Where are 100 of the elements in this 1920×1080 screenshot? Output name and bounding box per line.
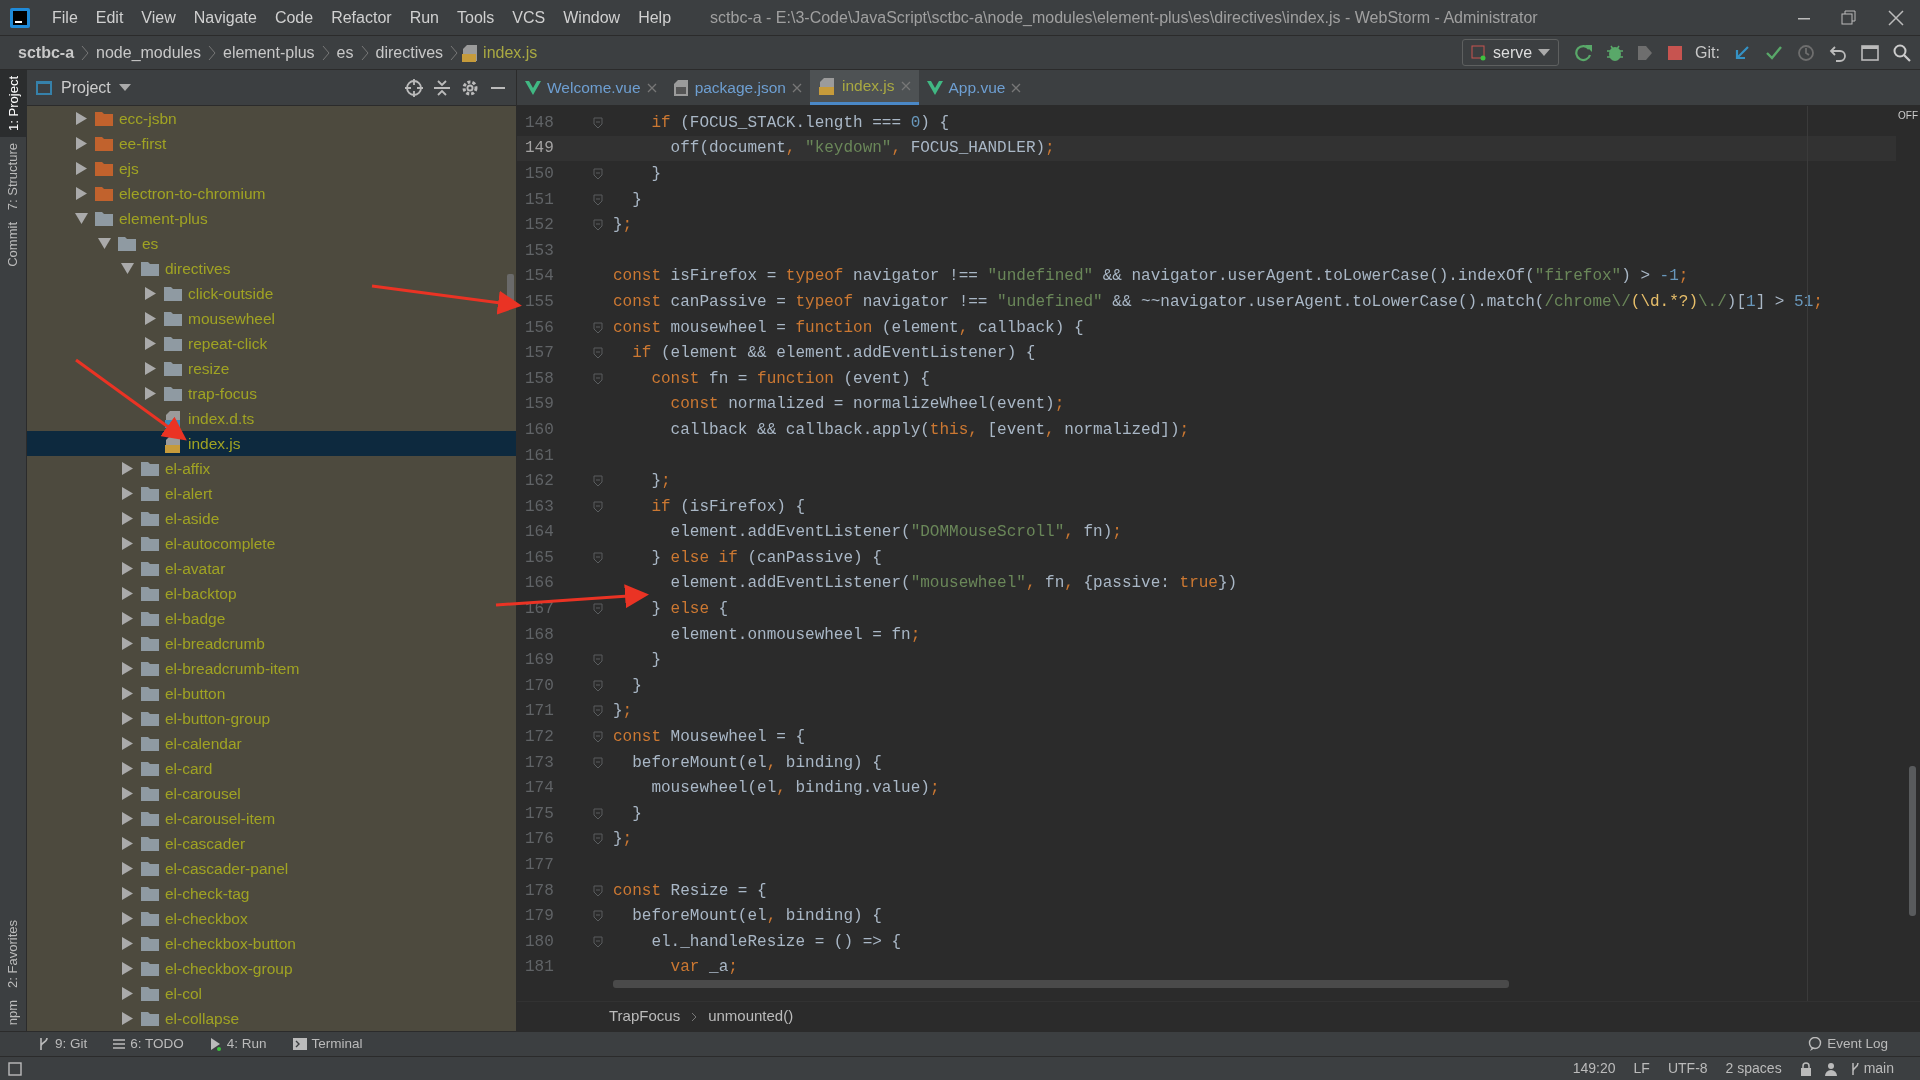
collapsed-arrow-icon[interactable] (121, 787, 134, 800)
expanded-arrow-icon[interactable] (98, 237, 111, 250)
status-item[interactable]: UTF-8 (1667, 1058, 1708, 1079)
side-tab[interactable]: 2: Favorites (3, 913, 23, 994)
tree-item[interactable]: el-breadcrumb-item (27, 656, 516, 681)
horizontal-scrollbar[interactable] (613, 980, 1509, 989)
collapsed-arrow-icon[interactable] (75, 187, 88, 200)
collapsed-arrow-icon[interactable] (75, 112, 88, 125)
side-tab[interactable]: npm (3, 993, 23, 1031)
collapsed-arrow-icon[interactable] (121, 687, 134, 700)
fold-marker-icon[interactable] (593, 807, 603, 820)
tree-item[interactable]: el-breadcrumb (27, 631, 516, 656)
fold-marker-icon[interactable] (593, 833, 603, 846)
collapsed-arrow-icon[interactable] (144, 312, 157, 325)
menu-item[interactable]: VCS (503, 5, 555, 30)
editor-tab[interactable]: package.json (664, 70, 810, 105)
breadcrumb-item[interactable]: index.js (483, 40, 538, 65)
collapsed-arrow-icon[interactable] (121, 487, 134, 500)
close-icon[interactable] (646, 82, 657, 93)
close-icon[interactable] (1011, 82, 1022, 93)
collapsed-arrow-icon[interactable] (75, 162, 88, 175)
collapsed-arrow-icon[interactable] (121, 912, 134, 925)
fold-marker-icon[interactable] (593, 475, 603, 488)
collapsed-arrow-icon[interactable] (144, 362, 157, 375)
menu-item[interactable]: View (132, 5, 185, 30)
collapsed-arrow-icon[interactable] (121, 887, 134, 900)
collapsed-arrow-icon[interactable] (121, 512, 134, 525)
fold-marker-icon[interactable] (593, 347, 603, 360)
breadcrumb-item[interactable]: unmounted() (708, 1005, 794, 1028)
tree-item[interactable]: el-badge (27, 606, 516, 631)
collapsed-arrow-icon[interactable] (121, 862, 134, 875)
collapsed-arrow-icon[interactable] (121, 812, 134, 825)
tree-item[interactable]: el-checkbox-group (27, 956, 516, 981)
breadcrumb-item[interactable]: directives (375, 40, 444, 65)
tree-item[interactable]: el-alert (27, 481, 516, 506)
tree-item[interactable]: repeat-click (27, 331, 516, 356)
collapsed-arrow-icon[interactable] (121, 637, 134, 650)
status-item[interactable]: 2 spaces (1725, 1058, 1782, 1079)
tree-item[interactable]: directives (27, 256, 516, 281)
collapsed-arrow-icon[interactable] (121, 587, 134, 600)
menu-item[interactable]: Edit (86, 5, 133, 30)
fold-marker-icon[interactable] (593, 935, 603, 948)
tree-item[interactable]: el-autocomplete (27, 531, 516, 556)
breadcrumb-item[interactable]: sctbc-a (18, 40, 75, 65)
menu-item[interactable]: Window (554, 5, 630, 30)
fold-marker-icon[interactable] (593, 884, 603, 897)
editor-tab[interactable]: index.js (809, 70, 919, 105)
tree-item[interactable]: el-collapse (27, 1006, 516, 1031)
tree-item[interactable]: el-backtop (27, 581, 516, 606)
expanded-arrow-icon[interactable] (121, 262, 134, 275)
menu-item[interactable]: Tools (448, 5, 504, 30)
panel-title[interactable]: Project (61, 75, 111, 100)
collapsed-arrow-icon[interactable] (121, 662, 134, 675)
tree-item[interactable]: click-outside (27, 281, 516, 306)
collapsed-arrow-icon[interactable] (121, 762, 134, 775)
fold-marker-icon[interactable] (593, 116, 603, 129)
collapsed-arrow-icon[interactable] (121, 537, 134, 550)
menu-item[interactable]: File (43, 5, 87, 30)
fold-marker-icon[interactable] (593, 731, 603, 744)
collapsed-arrow-icon[interactable] (121, 462, 134, 475)
editor-tab[interactable]: App.vue (918, 70, 1030, 105)
caret-icon[interactable] (118, 83, 131, 92)
tree-item[interactable]: ecc-jsbn (27, 106, 516, 131)
locate-icon[interactable] (404, 77, 424, 98)
tree-item[interactable]: mousewheel (27, 306, 516, 331)
fold-marker-icon[interactable] (593, 372, 603, 385)
fold-marker-icon[interactable] (593, 551, 603, 564)
fold-marker-icon[interactable] (593, 910, 603, 923)
collapsed-arrow-icon[interactable] (121, 987, 134, 1000)
status-item[interactable]: LF (1633, 1058, 1650, 1079)
collapsed-arrow-icon[interactable] (144, 337, 157, 350)
tree-item[interactable]: index.js (27, 431, 516, 456)
fold-marker-icon[interactable] (593, 500, 603, 513)
tree-item[interactable]: element-plus (27, 206, 516, 231)
tree-item[interactable]: el-card (27, 756, 516, 781)
side-tab[interactable]: 7: Structure (3, 136, 23, 217)
fold-marker-icon[interactable] (593, 756, 603, 769)
tool-window-button[interactable]: 6: TODO (113, 1033, 184, 1055)
breadcrumb-item[interactable]: TrapFocus (609, 1005, 681, 1028)
side-tab[interactable]: Commit (3, 216, 23, 273)
menu-item[interactable]: Navigate (184, 5, 266, 30)
tree-item[interactable]: el-calendar (27, 731, 516, 756)
tree-item[interactable]: el-cascader (27, 831, 516, 856)
menu-item[interactable]: Code (265, 5, 323, 30)
expanded-arrow-icon[interactable] (75, 212, 88, 225)
collapsed-arrow-icon[interactable] (121, 962, 134, 975)
tree-item[interactable]: el-button (27, 681, 516, 706)
editor-tab[interactable]: Welcome.vue (517, 70, 665, 105)
side-tab[interactable]: 1: Project (0, 70, 27, 137)
tree-item[interactable]: resize (27, 356, 516, 381)
tree-item[interactable]: trap-focus (27, 381, 516, 406)
collapsed-arrow-icon[interactable] (144, 287, 157, 300)
fold-marker-icon[interactable] (593, 603, 603, 616)
collapsed-arrow-icon[interactable] (121, 937, 134, 950)
collapsed-arrow-icon[interactable] (121, 737, 134, 750)
tree-item[interactable]: el-col (27, 981, 516, 1006)
tree-item[interactable]: el-checkbox-button (27, 931, 516, 956)
tree-item[interactable]: index.d.ts (27, 406, 516, 431)
layout-icon[interactable] (8, 1061, 22, 1076)
fold-marker-icon[interactable] (593, 168, 603, 180)
